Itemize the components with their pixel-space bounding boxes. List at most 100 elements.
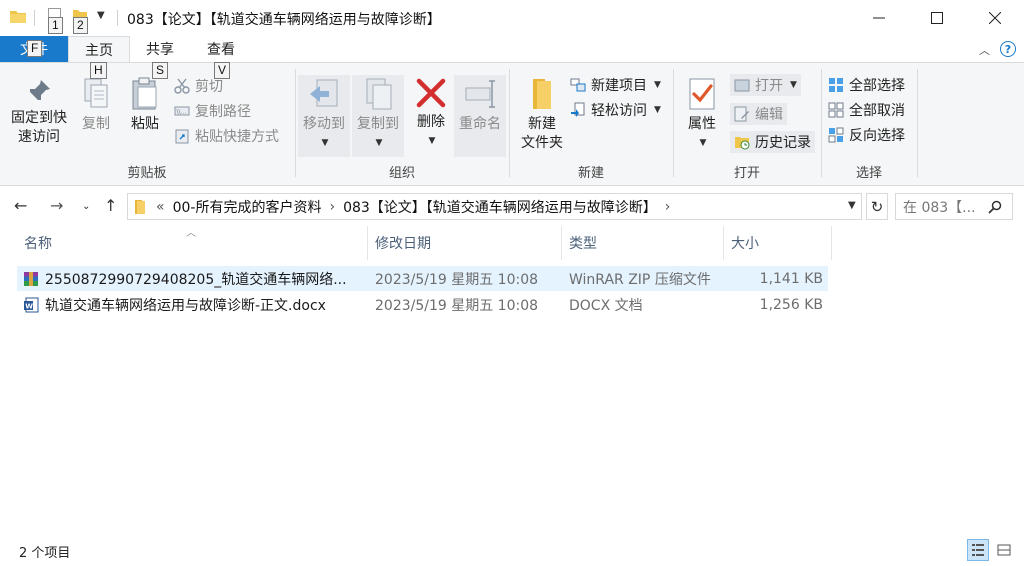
help-icon[interactable]: ? [1000,41,1016,57]
search-input[interactable]: 在 083【... [895,193,1013,220]
group-separator [917,69,918,177]
navigation-bar: ← → ⌄ ↑ « 00-所有完成的客户资料 › 083【论文】【轨道交通车辆网… [0,190,1024,222]
file-name-cell: W 轨道交通车辆网络运用与故障诊断-正文.docx [23,292,363,317]
file-row[interactable]: W 轨道交通车辆网络运用与故障诊断-正文.docx 2023/5/19 星期五 … [17,292,828,317]
move-to-button[interactable]: 移动到 ▼ [298,75,350,157]
file-name: 轨道交通车辆网络运用与故障诊断-正文.docx [45,297,326,314]
properties-button[interactable]: 属性 ▼ [680,77,724,153]
select-all-label: 全部选择 [849,78,905,94]
file-name: 2550872990729408205_轨道交通车辆网络... [45,271,347,288]
address-bar[interactable]: « 00-所有完成的客户资料 › 083【论文】【轨道交通车辆网络运用与故障诊断… [127,193,862,220]
group-organize: 移动到 ▼ 复制到 ▼ 删除 ▼ 重命名 组织 [296,63,508,185]
move-to-dropdown-icon: ▼ [321,138,329,148]
folder-icon [10,11,26,23]
copy-to-button[interactable]: 复制到 ▼ [352,75,404,157]
select-none-button[interactable]: 全部取消 [828,99,905,121]
pin-to-quick-access-button[interactable]: 固定到快 速访问 [6,77,72,147]
large-icons-view-button[interactable] [993,539,1015,561]
select-all-button[interactable]: 全部选择 [828,74,905,96]
column-header-row: ︿ 名称 修改日期 类型 大小 [0,226,1024,260]
back-arrow-icon[interactable]: ← [14,196,27,215]
refresh-button[interactable]: ↻ [866,193,888,220]
details-view-button[interactable] [967,539,989,561]
maximize-button[interactable] [908,0,966,36]
new-item-button[interactable]: 新建项目 ▼ [570,74,661,96]
group-select: 全部选择 全部取消 反向选择 选择 [822,63,916,185]
keytip-file: F [27,40,43,57]
paste-shortcut-button[interactable]: 粘贴快捷方式 [174,125,279,147]
paste-shortcut-label: 粘贴快捷方式 [195,129,279,145]
copy-to-dropdown-icon: ▼ [375,138,383,148]
customize-quick-access-icon[interactable]: ▼ [97,10,105,21]
paste-icon [132,77,157,110]
file-size: 1,256 KB [759,296,823,313]
column-header-date[interactable]: 修改日期 [368,226,562,260]
tab-view[interactable]: 查看 [192,36,250,62]
easy-access-label: 轻松访问 [591,103,647,119]
copy-path-label: 复制路径 [195,104,251,120]
group-open: 属性 ▼ 打开 ▼ 编辑 历史记录 打开 [674,63,820,185]
tab-home[interactable]: 主页 [68,36,130,62]
select-group-label: 选择 [855,166,882,181]
invert-selection-label: 反向选择 [849,128,905,144]
new-folder-label-line2: 文件夹 [521,135,563,151]
paste-button[interactable]: 粘贴 [122,77,168,134]
breadcrumb-separator[interactable]: › [329,199,335,215]
breadcrumb-separator[interactable]: › [665,199,671,215]
open-button[interactable]: 打开 ▼ [730,74,801,96]
recent-locations-icon[interactable]: ⌄ [82,201,90,212]
organize-group-label: 组织 [388,166,415,181]
minimize-ribbon-icon[interactable]: ︿ [979,42,990,58]
open-icon [734,79,750,92]
file-size: 1,141 KB [759,270,823,287]
scissors-icon [174,78,190,94]
easy-access-button[interactable]: 轻松访问 ▼ [570,99,661,121]
title-bar: 1 2 ▼ 083【论文】【轨道交通车辆网络运用与故障诊断】 [0,0,1024,36]
title-separator [117,10,118,26]
tab-share[interactable]: 共享 [132,36,188,62]
copy-path-icon: \\... [174,106,190,116]
maximize-icon [931,12,943,24]
search-icon [988,200,1002,214]
history-button[interactable]: 历史记录 [730,131,815,153]
keytip-home: H [90,62,107,79]
rename-button[interactable]: 重命名 [454,75,506,157]
file-row[interactable]: 2550872990729408205_轨道交通车辆网络... 2023/5/1… [17,266,828,291]
move-to-icon [310,79,338,107]
delete-button[interactable]: 删除 ▼ [410,77,452,151]
close-button[interactable] [966,0,1024,36]
word-docx-icon: W [24,297,39,312]
large-icons-view-icon [997,544,1011,556]
invert-selection-button[interactable]: 反向选择 [828,124,905,146]
breadcrumb-item[interactable]: 083【论文】【轨道交通车辆网络运用与故障诊断】 [343,197,657,217]
new-folder-button[interactable]: 新建 文件夹 [514,77,570,153]
rename-icon [465,80,495,108]
ribbon: 固定到快 速访问 复制 粘贴 剪切 \\... 复制路径 粘贴快捷方式 剪贴板 … [0,62,1024,186]
breadcrumb-overflow[interactable]: « [156,199,165,215]
select-all-icon [829,78,843,92]
quick-access-separator [34,10,35,26]
open-dropdown-icon: ▼ [790,80,797,90]
address-history-dropdown-icon[interactable]: ▼ [848,200,856,211]
breadcrumb-item[interactable]: 00-所有完成的客户资料 [173,197,322,217]
winrar-zip-icon [24,271,38,286]
edit-button[interactable]: 编辑 [730,103,787,125]
copy-button[interactable]: 复制 [74,77,118,134]
up-arrow-icon[interactable]: ↑ [104,196,117,215]
status-item-count: 2 个项目 [19,546,71,561]
group-clipboard: 固定到快 速访问 复制 粘贴 剪切 \\... 复制路径 粘贴快捷方式 剪贴板 [0,63,294,185]
file-date: 2023/5/19 星期五 10:08 [375,297,539,314]
window-title: 083【论文】【轨道交通车辆网络运用与故障诊断】 [127,12,441,28]
copy-to-icon [366,78,392,110]
paste-label: 粘贴 [131,116,159,132]
new-item-label: 新建项目 [591,78,647,94]
minimize-button[interactable] [850,0,908,36]
forward-arrow-icon[interactable]: → [50,196,63,215]
copy-path-button[interactable]: \\... 复制路径 [174,100,251,122]
column-header-name[interactable]: 名称 [17,226,368,260]
new-group-label: 新建 [577,166,604,181]
folder-icon [135,199,145,214]
column-header-type[interactable]: 类型 [562,226,724,260]
details-view-icon [972,544,984,556]
column-header-size[interactable]: 大小 [724,226,832,260]
